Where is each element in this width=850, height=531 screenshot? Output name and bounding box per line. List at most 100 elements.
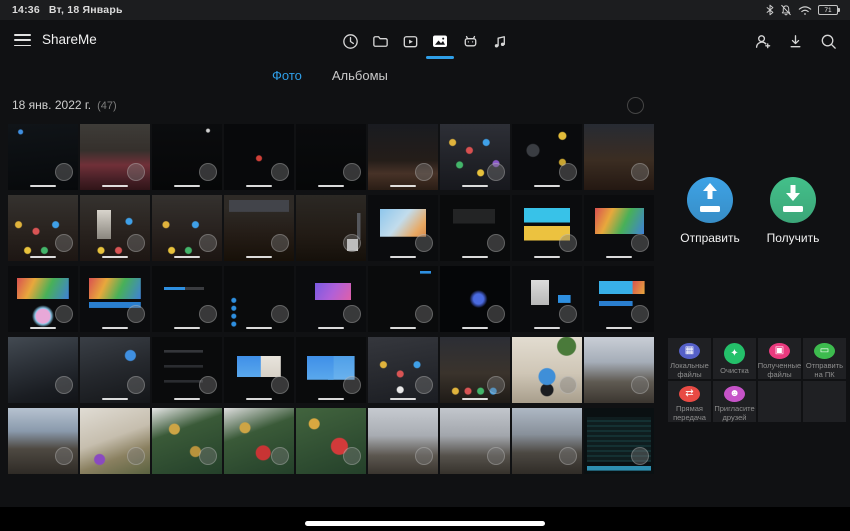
photo-thumbnail[interactable] [512,195,582,261]
thumb-select-circle[interactable] [559,163,577,181]
thumb-select-circle[interactable] [415,447,433,465]
thumb-select-circle[interactable] [631,447,649,465]
thumb-select-circle[interactable] [55,376,73,394]
photo-thumbnail[interactable] [584,124,654,190]
shortcut-invite-friends[interactable]: ☻Пригласите друзей [713,381,756,422]
folder-icon[interactable] [370,31,390,51]
thumb-select-circle[interactable] [127,234,145,252]
image-icon[interactable] [430,31,450,51]
photo-thumbnail[interactable] [8,124,78,190]
history-icon[interactable] [340,31,360,51]
photo-thumbnail[interactable] [296,195,366,261]
thumb-select-circle[interactable] [631,376,649,394]
thumb-select-circle[interactable] [271,163,289,181]
home-indicator[interactable] [305,521,545,526]
photo-thumbnail[interactable] [368,195,438,261]
thumb-select-circle[interactable] [415,305,433,323]
thumb-select-circle[interactable] [271,447,289,465]
photo-thumbnail[interactable] [80,337,150,403]
thumb-select-circle[interactable] [631,234,649,252]
thumb-select-circle[interactable] [559,234,577,252]
shortcut-send-to-pc[interactable]: ▭Отправить на ПК [803,338,846,379]
photo-thumbnail[interactable] [512,124,582,190]
shortcut-received-files[interactable]: ▣Полученные файлы [758,338,801,379]
thumb-select-circle[interactable] [631,163,649,181]
thumb-select-circle[interactable] [343,376,361,394]
thumb-select-circle[interactable] [415,234,433,252]
shortcut-cleanup[interactable]: ✦Очистка [713,338,756,379]
add-user-icon[interactable] [752,31,772,51]
thumb-select-circle[interactable] [559,376,577,394]
select-all-circle[interactable] [627,97,644,114]
photo-thumbnail[interactable] [224,266,294,332]
thumb-select-circle[interactable] [55,163,73,181]
thumb-select-circle[interactable] [631,305,649,323]
thumb-select-circle[interactable] [343,234,361,252]
photo-thumbnail[interactable] [224,408,294,474]
send-button[interactable] [687,177,733,223]
photo-thumbnail[interactable] [296,124,366,190]
photo-thumbnail[interactable] [80,266,150,332]
thumb-select-circle[interactable] [559,447,577,465]
photo-thumbnail[interactable] [440,266,510,332]
thumb-select-circle[interactable] [55,447,73,465]
thumb-select-circle[interactable] [487,447,505,465]
photo-thumbnail[interactable] [8,195,78,261]
music-icon[interactable] [490,31,510,51]
thumb-select-circle[interactable] [343,447,361,465]
photo-thumbnail[interactable] [584,337,654,403]
thumb-select-circle[interactable] [343,163,361,181]
photo-thumbnail[interactable] [584,266,654,332]
photo-thumbnail[interactable] [296,408,366,474]
search-icon[interactable] [818,31,838,51]
thumb-select-circle[interactable] [487,305,505,323]
thumb-select-circle[interactable] [559,305,577,323]
photo-thumbnail[interactable] [80,408,150,474]
photo-thumbnail[interactable] [440,337,510,403]
photo-thumbnail[interactable] [440,124,510,190]
photo-thumbnail[interactable] [80,195,150,261]
thumb-select-circle[interactable] [199,447,217,465]
photo-thumbnail[interactable] [440,408,510,474]
thumb-select-circle[interactable] [55,305,73,323]
photo-thumbnail[interactable] [368,337,438,403]
thumb-select-circle[interactable] [127,376,145,394]
photo-thumbnail[interactable] [152,337,222,403]
video-icon[interactable] [400,31,420,51]
thumb-select-circle[interactable] [55,234,73,252]
thumb-select-circle[interactable] [199,234,217,252]
photo-thumbnail[interactable] [368,408,438,474]
photo-thumbnail[interactable] [152,124,222,190]
thumb-select-circle[interactable] [199,163,217,181]
photo-thumbnail[interactable] [224,124,294,190]
photo-thumbnail[interactable] [296,337,366,403]
photo-thumbnail[interactable] [584,408,654,474]
thumb-select-circle[interactable] [415,376,433,394]
thumb-select-circle[interactable] [487,234,505,252]
photo-thumbnail[interactable] [152,195,222,261]
photo-thumbnail[interactable] [8,266,78,332]
photo-thumbnail[interactable] [8,408,78,474]
photo-thumbnail[interactable] [296,266,366,332]
photo-thumbnail[interactable] [440,195,510,261]
thumb-select-circle[interactable] [199,376,217,394]
thumb-select-circle[interactable] [127,305,145,323]
photo-thumbnail[interactable] [512,337,582,403]
photo-thumbnail[interactable] [512,408,582,474]
photo-thumbnail[interactable] [224,195,294,261]
download-icon[interactable] [785,31,805,51]
photo-thumbnail[interactable] [224,337,294,403]
photo-thumbnail[interactable] [368,266,438,332]
photo-thumbnail[interactable] [512,266,582,332]
tab-photo[interactable]: Фото [272,68,302,83]
shortcut-direct-transfer[interactable]: ⇄Прямая передача [668,381,711,422]
tab-albums[interactable]: Альбомы [332,68,388,83]
photo-thumbnail[interactable] [8,337,78,403]
thumb-select-circle[interactable] [343,305,361,323]
thumb-select-circle[interactable] [127,163,145,181]
photo-thumbnail[interactable] [152,266,222,332]
receive-button[interactable] [770,177,816,223]
thumb-select-circle[interactable] [271,376,289,394]
hamburger-menu-icon[interactable] [14,34,31,47]
photo-thumbnail[interactable] [368,124,438,190]
